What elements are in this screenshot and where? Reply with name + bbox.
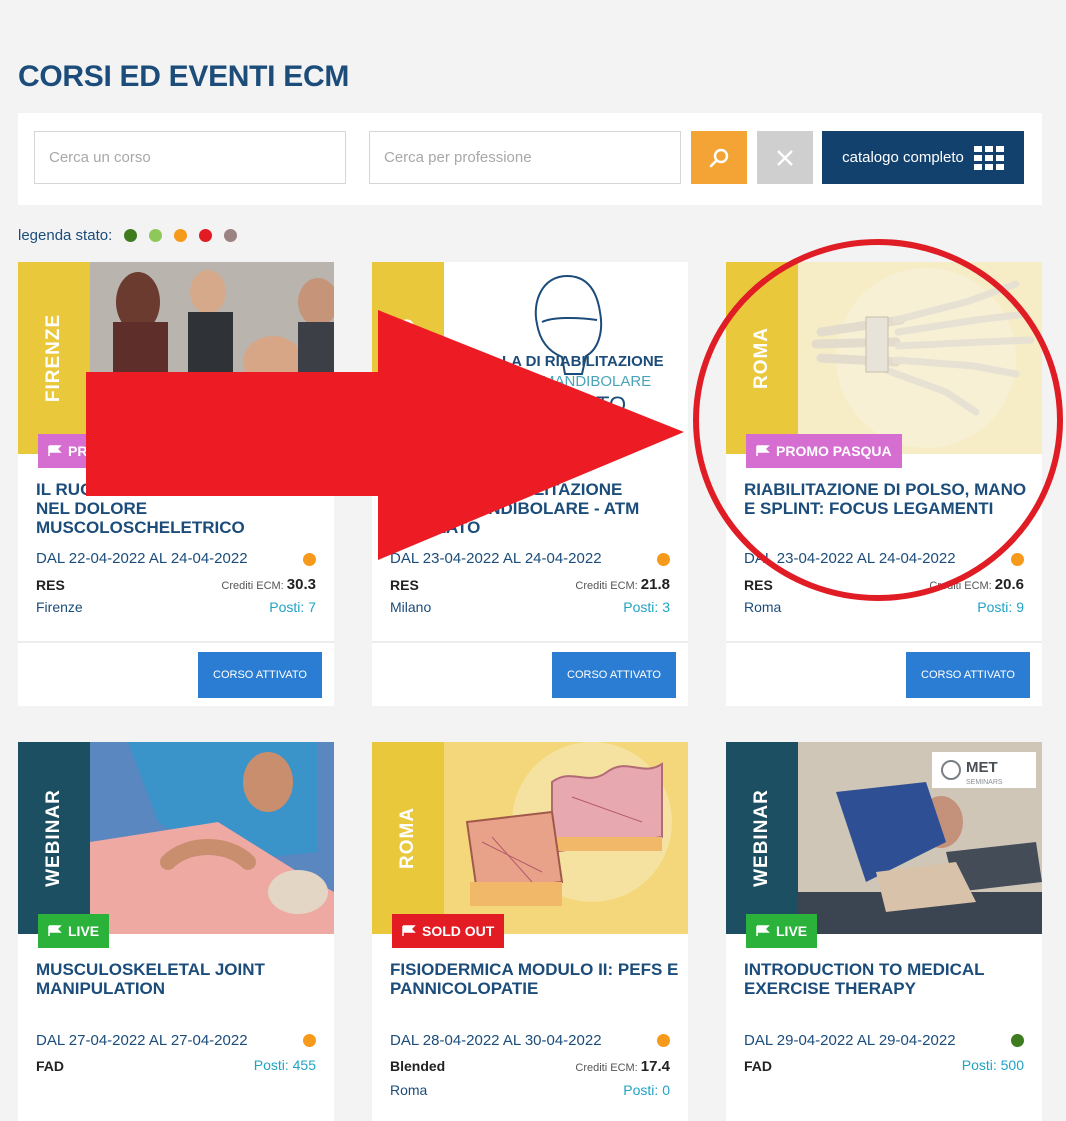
status-legend: legenda stato:: [18, 227, 238, 244]
course-dates: DAL 29-04-2022 AL 29-04-2022: [744, 1032, 956, 1049]
available-seats: Posti: 7: [269, 599, 316, 615]
course-city: Roma: [744, 599, 782, 615]
city-ribbon: WEBINAR: [18, 742, 90, 934]
available-seats: Posti: 3: [623, 599, 670, 615]
flag-icon: [756, 445, 770, 456]
promo-badge: PROMO PASQUA: [746, 434, 902, 468]
course-type: RES: [744, 577, 773, 593]
grid-icon: [973, 145, 1004, 170]
status-dot: [657, 553, 670, 566]
ecm-credits: Crediti ECM: 20.6: [929, 576, 1024, 593]
course-activated-button[interactable]: CORSO ATTIVATO: [198, 652, 322, 698]
flag-icon: [756, 925, 770, 936]
course-card[interactable]: LA DI RIABILITAZIONE MANDIBOLARE TO MILA…: [372, 262, 688, 706]
flag-icon: [402, 925, 416, 936]
course-dates: DAL 22-04-2022 AL 24-04-2022: [36, 550, 248, 567]
legend-label: legenda stato:: [18, 227, 113, 244]
course-type: RES: [390, 577, 419, 593]
available-seats: Posti: 0: [623, 1082, 670, 1098]
legend-dot-orange: [174, 229, 188, 242]
promo-badge: PROMO PASQUA: [38, 434, 194, 468]
course-city: Milano: [390, 599, 432, 615]
city-ribbon: FIRENZE: [18, 262, 90, 454]
available-seats: Posti: 500: [961, 1057, 1024, 1073]
course-dates: DAL 27-04-2022 AL 27-04-2022: [36, 1032, 248, 1049]
status-dot: [1011, 1034, 1024, 1047]
course-title[interactable]: FISIODERMICA MODULO II: PEFS E PANNICOLO…: [390, 960, 680, 998]
course-activated-button[interactable]: CORSO ATTIVATO: [906, 652, 1030, 698]
course-card[interactable]: ROMA SOLD OUT FISIODERMICA MODULO II: PE…: [372, 742, 688, 1121]
course-title[interactable]: IL RUOLO DEI TRIGGER POINTS NEL DOLORE M…: [36, 480, 326, 537]
svg-text:SEMINARS: SEMINARS: [966, 779, 1003, 786]
course-dates: DAL 23-04-2022 AL 24-04-2022: [390, 550, 602, 567]
profession-search-input[interactable]: [369, 131, 681, 184]
svg-text:LA DI RIABILITAZIONE: LA DI RIABILITAZIONE: [502, 353, 664, 370]
divider: [726, 641, 1042, 643]
legend-dot-red: [199, 229, 213, 242]
course-type: Blended: [390, 1058, 446, 1074]
course-title[interactable]: SCUOLA DI RIABILITAZIONE CRANIO MANDIBOL…: [390, 480, 680, 537]
sold-out-badge: SOLD OUT: [392, 914, 505, 948]
course-card[interactable]: FIRENZE PROMO PASQUA IL RUOLO DEI TRIGGE…: [18, 262, 334, 706]
course-city: Firenze: [36, 599, 83, 615]
course-search-input[interactable]: [34, 131, 346, 184]
available-seats: Posti: 455: [253, 1057, 316, 1073]
promo-badge: PROMO PASQUA: [392, 434, 548, 468]
course-title[interactable]: INTRODUCTION TO MEDICAL EXERCISE THERAPY: [744, 960, 1034, 998]
status-dot: [303, 553, 316, 566]
legend-dot-light-green: [149, 229, 163, 242]
course-type: RES: [36, 577, 65, 593]
course-dates: DAL 23-04-2022 AL 24-04-2022: [744, 550, 956, 567]
course-title[interactable]: MUSCULOSKELETAL JOINT MANIPULATION: [36, 960, 326, 998]
search-bar: catalogo completo: [18, 113, 1042, 205]
status-dot: [303, 1034, 316, 1047]
city-ribbon: ROMA: [372, 742, 444, 934]
search-button[interactable]: [691, 131, 747, 184]
page-title: CORSI ED EVENTI ECM: [18, 60, 350, 93]
live-badge: LIVE: [746, 914, 818, 948]
legend-dot-mauve: [224, 229, 238, 242]
city-ribbon: MILANO: [372, 262, 444, 454]
course-city: Roma: [390, 1082, 428, 1098]
flag-icon: [48, 925, 62, 936]
course-card[interactable]: MET SEMINARS WEBINAR LIVE INTRODUCTION T…: [726, 742, 1042, 1121]
city-ribbon: ROMA: [726, 262, 798, 454]
clear-button[interactable]: [757, 131, 813, 184]
ecm-credits: Crediti ECM: 30.3: [221, 576, 316, 593]
course-card[interactable]: ROMA PROMO PASQUA RIABILITAZIONE DI POLS…: [726, 262, 1042, 706]
full-catalog-button[interactable]: catalogo completo: [822, 131, 1024, 184]
course-dates: DAL 28-04-2022 AL 30-04-2022: [390, 1032, 602, 1049]
legend-dot-dark-green: [124, 229, 138, 242]
svg-text:TO: TO: [596, 392, 626, 417]
search-icon: [709, 148, 729, 167]
close-icon: [777, 149, 793, 166]
status-dot: [1011, 553, 1024, 566]
course-title[interactable]: RIABILITAZIONE DI POLSO, MANO E SPLINT: …: [744, 480, 1034, 518]
svg-text:MET: MET: [966, 759, 998, 776]
course-card[interactable]: WEBINAR LIVE MUSCULOSKELETAL JOINT MANIP…: [18, 742, 334, 1121]
status-dot: [657, 1034, 670, 1047]
divider: [18, 641, 334, 643]
divider: [372, 641, 688, 643]
svg-text:MANDIBOLARE: MANDIBOLARE: [542, 373, 651, 390]
live-badge: LIVE: [38, 914, 110, 948]
course-type: FAD: [744, 1058, 772, 1074]
flag-icon: [402, 445, 416, 456]
flag-icon: [48, 445, 62, 456]
catalog-label: catalogo completo: [842, 149, 964, 166]
course-type: FAD: [36, 1058, 64, 1074]
course-activated-button[interactable]: CORSO ATTIVATO: [552, 652, 676, 698]
ecm-credits: Crediti ECM: 21.8: [575, 576, 670, 593]
available-seats: Posti: 9: [977, 599, 1024, 615]
ecm-credits: Crediti ECM: 17.4: [575, 1058, 670, 1075]
city-ribbon: WEBINAR: [726, 742, 798, 934]
